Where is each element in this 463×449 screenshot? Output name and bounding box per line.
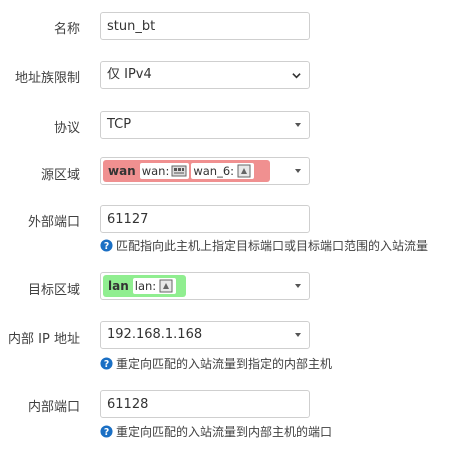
int-ip-hint: ? 重定向匹配的入站流量到指定的内部主机 [100, 355, 332, 372]
svg-text:?: ? [104, 241, 109, 252]
network-interface-icon [171, 165, 187, 177]
caret-down-icon [295, 284, 301, 288]
svg-text:?: ? [104, 427, 109, 438]
int-port-hint: ? 重定向匹配的入站流量到内部主机的端口 [100, 423, 332, 440]
ext-port-hint-text: 匹配指向此主机上指定目标端口或目标端口范围的入站流量 [116, 239, 429, 253]
dest-zone-label: 目标区域 [27, 283, 80, 298]
family-select[interactable]: 仅 IPv4 [100, 61, 310, 89]
network-interface-icon [159, 279, 173, 293]
caret-down-icon [295, 169, 301, 173]
int-ip-hint-text: 重定向匹配的入站流量到指定的内部主机 [116, 357, 333, 371]
family-label: 地址族限制 [14, 71, 80, 86]
src-zone-chip-wan: wan: [139, 163, 190, 179]
dest-zone-select[interactable]: lan lan: [100, 272, 310, 300]
protocol-value: TCP [107, 117, 132, 132]
name-label: 名称 [53, 22, 80, 37]
svg-text:?: ? [104, 359, 109, 370]
int-ip-select[interactable]: 192.168.1.168 [100, 321, 310, 349]
dest-zone-name: lan [108, 279, 129, 293]
ext-port-label: 外部端口 [27, 215, 80, 230]
src-zone-name: wan [108, 164, 136, 178]
ext-port-hint: ? 匹配指向此主机上指定目标端口或目标端口范围的入站流量 [100, 237, 428, 254]
protocol-label: 协议 [53, 121, 80, 136]
caret-down-icon [295, 333, 301, 337]
int-port-input[interactable] [100, 390, 310, 418]
caret-down-icon [295, 123, 301, 127]
int-port-label: 内部端口 [27, 400, 80, 415]
int-port-hint-text: 重定向匹配的入站流量到内部主机的端口 [116, 425, 333, 439]
int-ip-label: 内部 IP 地址 [8, 332, 80, 347]
src-zone-select[interactable]: wan wan: wan_6: [100, 157, 310, 185]
dest-zone-chip-lan: lan: [132, 278, 177, 294]
chip-label: lan: [134, 279, 157, 293]
chip-label: wan: [141, 164, 170, 178]
src-zone-chip-wan6: wan_6: [191, 163, 255, 179]
src-zone-badge: wan wan: wan_6: [103, 160, 270, 182]
int-ip-value: 192.168.1.168 [107, 327, 203, 342]
help-icon: ? [100, 357, 113, 370]
network-interface-icon [237, 164, 251, 178]
src-zone-label: 源区域 [40, 168, 80, 183]
chip-label: wan_6: [193, 164, 235, 178]
chevron-down-icon [292, 73, 301, 79]
help-icon: ? [100, 239, 113, 252]
name-input[interactable] [100, 12, 310, 40]
dest-zone-badge: lan lan: [103, 275, 186, 297]
ext-port-input[interactable] [100, 205, 310, 233]
protocol-select[interactable]: TCP [100, 111, 310, 139]
help-icon: ? [100, 425, 113, 438]
family-value: 仅 IPv4 [107, 67, 152, 82]
